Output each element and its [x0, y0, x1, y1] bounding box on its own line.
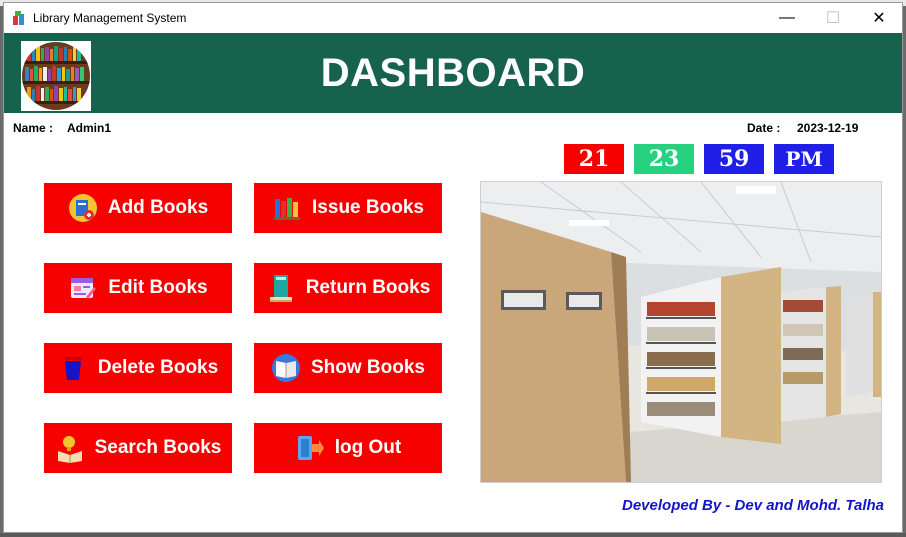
logout-icon	[295, 433, 325, 463]
issue-books-button[interactable]: Issue Books	[254, 183, 442, 233]
issue-books-label: Issue Books	[312, 197, 424, 218]
show-books-label: Show Books	[310, 357, 425, 378]
title-bar: Library Management System — ☐ ✕	[4, 3, 902, 33]
clock-hour: 21	[564, 144, 624, 174]
add-books-button[interactable]: Add Books	[44, 183, 232, 233]
return-books-label: Return Books	[305, 277, 431, 298]
trash-icon	[58, 353, 88, 383]
return-book-icon	[266, 273, 296, 303]
clock-minute: 23	[634, 144, 694, 174]
date-value: 2023-12-19	[797, 121, 859, 135]
search-books-label: Search Books	[94, 437, 222, 458]
log-out-label: log Out	[334, 437, 402, 458]
page-title: DASHBOARD	[320, 51, 586, 95]
minimize-button[interactable]: —	[764, 3, 810, 33]
show-books-button[interactable]: Show Books	[254, 343, 442, 393]
library-logo-icon	[21, 41, 91, 111]
add-books-label: Add Books	[107, 197, 209, 218]
add-book-icon	[68, 193, 98, 223]
search-books-button[interactable]: Search Books	[44, 423, 232, 473]
user-name-value: Admin1	[67, 121, 112, 135]
window-title: Library Management System	[33, 11, 187, 25]
open-book-icon	[271, 353, 301, 383]
user-name-label: Name :	[13, 121, 54, 135]
search-book-icon	[55, 433, 85, 463]
delete-books-button[interactable]: Delete Books	[44, 343, 232, 393]
delete-books-label: Delete Books	[97, 357, 219, 378]
library-photo	[480, 181, 882, 483]
taskbar	[0, 533, 906, 537]
date-label: Date :	[747, 121, 781, 135]
edit-books-button[interactable]: Edit Books	[44, 263, 232, 313]
return-books-button[interactable]: Return Books	[254, 263, 442, 313]
clock-second: 59	[704, 144, 764, 174]
dashboard-header: DASHBOARD	[4, 33, 902, 113]
maximize-button[interactable]: ☐	[810, 3, 856, 33]
app-window: Library Management System — ☐ ✕ DASHBOAR…	[3, 2, 903, 533]
close-button[interactable]: ✕	[856, 3, 902, 33]
books-stack-icon	[272, 193, 302, 223]
app-icon	[13, 11, 24, 25]
edit-books-label: Edit Books	[108, 277, 208, 298]
clock-period: PM	[774, 144, 834, 174]
log-out-button[interactable]: log Out	[254, 423, 442, 473]
developer-credit: Developed By - Dev and Mohd. Talha	[622, 497, 884, 514]
edit-icon	[68, 273, 98, 303]
